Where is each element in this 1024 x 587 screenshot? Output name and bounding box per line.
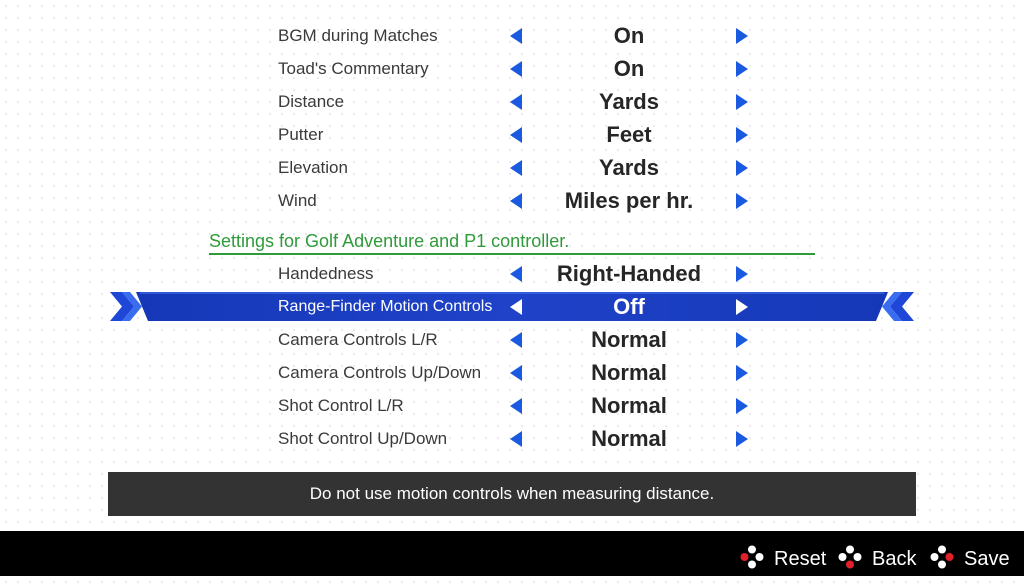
setting-value: Yards — [599, 155, 659, 180]
controller-buttons-icon — [930, 545, 954, 569]
caret-left-icon[interactable] — [510, 266, 522, 282]
caret-right-icon[interactable] — [736, 160, 748, 176]
section-header: Settings for Golf Adventure and P1 contr… — [209, 229, 815, 255]
setting-label: Range-Finder Motion Controls — [278, 298, 493, 315]
setting-label: BGM during Matches — [278, 26, 438, 45]
setting-row-handedness[interactable]: Handedness Right-Handed — [0, 257, 1024, 290]
setting-row-commentary[interactable]: Toad's Commentary On — [0, 52, 1024, 85]
setting-row-shot-updown[interactable]: Shot Control Up/Down Normal — [0, 422, 1024, 455]
setting-value: Normal — [591, 327, 667, 352]
back-button[interactable]: Back — [838, 531, 924, 576]
setting-label: Camera Controls L/R — [278, 330, 438, 349]
setting-row-bgm[interactable]: BGM during Matches On — [0, 19, 1024, 52]
setting-value: Miles per hr. — [564, 188, 694, 213]
setting-row-shot-lr[interactable]: Shot Control L/R Normal — [0, 389, 1024, 422]
caret-left-icon[interactable] — [510, 94, 522, 110]
footer-bar: Reset Back Save — [0, 531, 1024, 576]
setting-label: Elevation — [278, 158, 348, 177]
caret-right-icon[interactable] — [736, 266, 748, 282]
setting-label: Wind — [278, 191, 317, 210]
setting-row-putter[interactable]: Putter Feet — [0, 118, 1024, 151]
setting-value: Off — [613, 294, 645, 319]
caret-right-icon[interactable] — [736, 127, 748, 143]
controller-buttons-icon — [838, 545, 862, 569]
caret-left-icon[interactable] — [510, 193, 522, 209]
caret-left-icon[interactable] — [510, 299, 522, 315]
setting-label: Toad's Commentary — [278, 59, 429, 78]
caret-right-icon[interactable] — [736, 332, 748, 348]
caret-left-icon[interactable] — [510, 160, 522, 176]
setting-value: Normal — [591, 393, 667, 418]
back-label: Back — [872, 548, 917, 570]
reset-label: Reset — [774, 548, 827, 570]
setting-row-wind[interactable]: Wind Miles per hr. — [0, 184, 1024, 217]
setting-label: Handedness — [278, 264, 374, 283]
setting-value: On — [613, 23, 645, 48]
caret-right-icon[interactable] — [736, 94, 748, 110]
caret-right-icon[interactable] — [736, 431, 748, 447]
caret-left-icon[interactable] — [510, 127, 522, 143]
setting-row-elevation[interactable]: Elevation Yards — [0, 151, 1024, 184]
save-button[interactable]: Save — [930, 531, 1016, 576]
caret-left-icon[interactable] — [510, 61, 522, 77]
setting-value: On — [613, 56, 645, 81]
caret-right-icon[interactable] — [736, 365, 748, 381]
save-label: Save — [964, 548, 1010, 570]
setting-value: Yards — [599, 89, 659, 114]
caret-right-icon[interactable] — [736, 299, 748, 315]
setting-value: Right-Handed — [556, 261, 702, 286]
caret-left-icon[interactable] — [510, 365, 522, 381]
controller-buttons-icon — [740, 545, 764, 569]
caret-left-icon[interactable] — [510, 332, 522, 348]
reset-button[interactable]: Reset — [740, 531, 836, 576]
setting-label: Camera Controls Up/Down — [278, 363, 482, 382]
caret-right-icon[interactable] — [736, 398, 748, 414]
caret-right-icon[interactable] — [736, 61, 748, 77]
setting-label: Shot Control L/R — [278, 396, 404, 415]
caret-left-icon[interactable] — [510, 398, 522, 414]
setting-row-camera-lr[interactable]: Camera Controls L/R Normal — [0, 323, 1024, 356]
setting-row-camera-updown[interactable]: Camera Controls Up/Down Normal — [0, 356, 1024, 389]
setting-row-range-finder[interactable]: Range-Finder Motion Controls Off — [0, 290, 1024, 323]
caret-right-icon[interactable] — [736, 28, 748, 44]
setting-label: Shot Control Up/Down — [278, 429, 448, 448]
setting-row-distance[interactable]: Distance Yards — [0, 85, 1024, 118]
setting-value: Feet — [606, 122, 652, 147]
setting-value: Normal — [591, 360, 667, 385]
description-bar: Do not use motion controls when measurin… — [108, 472, 916, 516]
setting-value: Normal — [591, 426, 667, 451]
setting-label: Putter — [278, 125, 324, 144]
caret-left-icon[interactable] — [510, 431, 522, 447]
setting-label: Distance — [278, 92, 345, 111]
caret-left-icon[interactable] — [510, 28, 522, 44]
caret-right-icon[interactable] — [736, 193, 748, 209]
